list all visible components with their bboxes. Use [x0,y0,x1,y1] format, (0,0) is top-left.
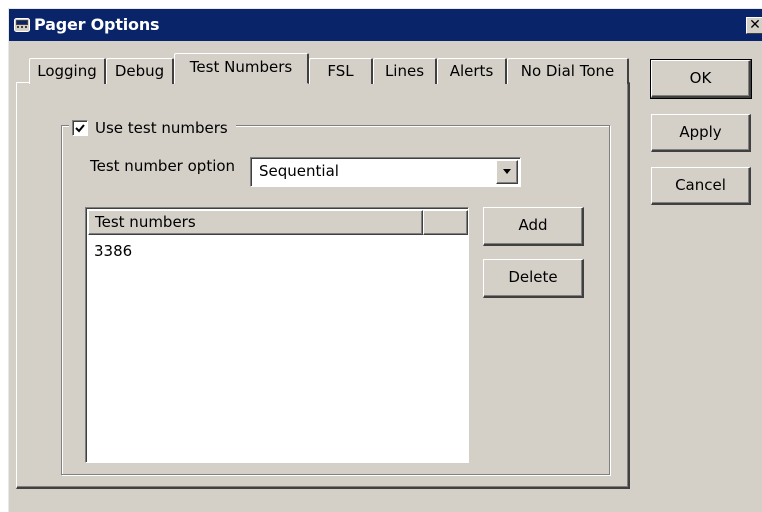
title-bar[interactable]: Pager Options ✕ [9,9,762,41]
tab-no-dial-tone[interactable]: No Dial Tone [507,58,629,84]
cancel-button[interactable]: Cancel [651,167,751,205]
test-numbers-list[interactable]: Test numbers 3386 [85,207,469,463]
close-button[interactable]: ✕ [746,17,762,34]
window-title: Pager Options [34,15,160,34]
ok-button[interactable]: OK [650,59,752,99]
column-header-test-numbers[interactable]: Test numbers [88,210,423,235]
use-test-numbers-checkbox[interactable]: Use test numbers [69,116,236,140]
tab-debug[interactable]: Debug [106,58,174,84]
use-test-numbers-label: Use test numbers [95,119,228,137]
apply-button-label: Apply [679,123,722,141]
tab-test-numbers[interactable]: Test Numbers [174,53,309,84]
apply-button[interactable]: Apply [651,114,751,152]
delete-button-label: Delete [508,268,558,286]
tab-logging[interactable]: Logging [29,58,106,84]
checkbox-box[interactable] [72,120,88,136]
chevron-down-icon [503,169,511,174]
delete-button[interactable]: Delete [483,259,584,298]
checkmark-icon [75,124,85,133]
list-item[interactable]: 3386 [94,242,132,260]
add-button[interactable]: Add [483,207,584,246]
ok-button-label: OK [689,69,712,87]
test-number-option-label: Test number option [90,157,236,175]
test-number-option-select[interactable]: Sequential [250,157,521,187]
add-button-label: Add [518,216,548,234]
list-header: Test numbers [88,210,468,235]
tab-fsl[interactable]: FSL [309,58,373,84]
cancel-button-label: Cancel [675,176,726,194]
tab-lines[interactable]: Lines [373,58,437,84]
tab-alerts[interactable]: Alerts [437,58,507,84]
pager-icon [14,17,30,33]
selected-option: Sequential [259,162,339,180]
column-header-blank[interactable] [423,210,468,235]
dropdown-button[interactable] [496,160,518,184]
